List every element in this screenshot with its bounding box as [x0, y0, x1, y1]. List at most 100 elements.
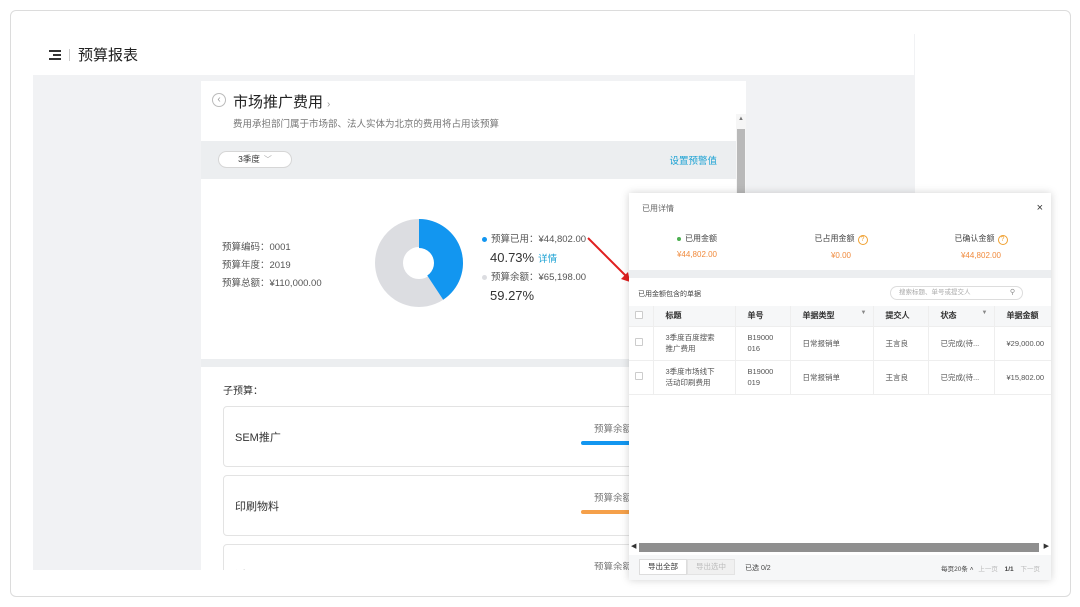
pagination: 每页20条 ˄ 上一页 1/1 下一页 [941, 563, 1043, 573]
budget-description: 费用承担部门属于市场部、法人实体为北京的费用将占用该预算 [233, 119, 500, 130]
row-checkbox[interactable] [629, 360, 654, 395]
budget-title-text: 市场推广费用 [233, 94, 324, 111]
search-input[interactable]: 搜索标题、单号或提交人 ⚲ [890, 286, 1023, 300]
menu-collapse-icon[interactable] [49, 49, 61, 60]
help-icon[interactable]: ? [857, 235, 868, 245]
sub-budget-name: 活动 [235, 567, 257, 570]
cell-text: 活动印刷费用 [665, 378, 711, 387]
filter-icon[interactable]: ▼ [861, 310, 867, 316]
used-detail-panel: 已用详情 × 已用金额 ¥44,802.00 已占用金额? ¥0.00 已确认金… [629, 193, 1051, 580]
back-icon[interactable]: ‹ [212, 93, 226, 107]
column-label: 单号 [747, 311, 764, 321]
column-header-title: 标题 [653, 306, 736, 327]
export-all-button[interactable]: 导出全部 [639, 559, 687, 575]
header-divider [69, 48, 70, 61]
column-header-number: 单号 [735, 306, 791, 327]
sub-budget-name: SEM推广 [235, 432, 281, 444]
cell-amount: ¥15,802.00 [994, 360, 1051, 395]
column-header-submitter: 提交人 [873, 306, 929, 327]
close-icon[interactable]: × [1037, 202, 1043, 214]
page-indicator: 1/1 [1004, 566, 1014, 573]
column-header-amount: 单据金额 [994, 306, 1051, 327]
quarter-select[interactable]: 3季度 ﹀ [218, 151, 292, 168]
checkbox-icon[interactable] [635, 310, 643, 319]
budget-year: 预算年度：2019 [222, 260, 291, 271]
page-size-select[interactable]: 每页20条 [941, 566, 968, 573]
metric-label: 已用金额 [637, 233, 757, 244]
row-checkbox[interactable] [629, 326, 654, 361]
list-caption: 已用金额包含的单据 [638, 291, 701, 298]
sub-budgets-title: 子预算： [223, 386, 263, 397]
budget-meta: 预算编码：0001 预算年度：2019 预算总额：¥110,000.00 [222, 239, 322, 293]
metric-value: ¥44,802.00 [676, 250, 718, 259]
help-icon[interactable]: ? [997, 235, 1008, 245]
metric-confirmed: 已确认金额? ¥44,802.00 [921, 233, 1041, 260]
remain-label: 预算余额：¥65,198.00 [491, 272, 587, 283]
used-dot-icon [482, 236, 487, 242]
legend-remain-pct-row: 59.27% [482, 286, 586, 308]
table-row[interactable]: 3季度百度搜索 推广费用 B19000 016 日常报销单 王言良 已完成(待...… [629, 326, 1051, 361]
export-selected-button[interactable]: 导出选中 [687, 559, 735, 575]
metric-label-text: 已占用金额 [814, 234, 855, 243]
select-all-checkbox[interactable] [629, 306, 654, 327]
column-header-type: 单据类型 ▼ [790, 306, 874, 327]
prev-page-button[interactable]: 上一页 [978, 566, 998, 573]
filter-icon[interactable]: ▼ [982, 310, 988, 316]
metric-label-text: 已用金额 [685, 234, 717, 243]
horizontal-scrollbar[interactable]: ◀ ▶ [629, 542, 1051, 552]
budget-title: 市场推广费用 › [233, 91, 330, 112]
cell-text: B19000 [747, 367, 774, 376]
sub-budget-remain-label: 预算余额 [594, 493, 633, 504]
set-warning-link[interactable]: 设置预警值 [669, 153, 717, 167]
cell-title: 3季度百度搜索 推广费用 [653, 326, 736, 361]
cell-status: 已完成(待... [928, 360, 995, 395]
page-title: 预算报表 [78, 47, 139, 64]
checkbox-icon[interactable] [635, 371, 643, 380]
panel-footer: 导出全部 导出选中 已选 0/2 每页20条 ˄ 上一页 1/1 下一页 [629, 555, 1051, 580]
remain-dot-icon [482, 274, 487, 280]
status-dot-icon [677, 236, 681, 241]
sub-budget-remain-label: 预算余额 [594, 562, 633, 570]
legend-used: 预算已用：¥44,802.00 [482, 232, 586, 248]
column-label: 单据类型 [802, 311, 835, 321]
panel-title: 已用详情 [642, 204, 674, 213]
remain-percent: 59.27% [490, 288, 535, 303]
cell-text: 推广费用 [665, 344, 696, 353]
cell-text: 016 [747, 344, 761, 353]
metric-label: 已占用金额? [781, 233, 901, 245]
column-label: 提交人 [885, 311, 910, 321]
checkbox-icon[interactable] [635, 337, 643, 346]
cell-number: B19000 019 [735, 360, 791, 395]
next-page-button[interactable]: 下一页 [1021, 566, 1041, 573]
cell-title: 3季度市场线下 活动印刷费用 [653, 360, 736, 395]
legend-remain: 预算余额：¥65,198.00 [482, 270, 586, 286]
cell-text: 3季度百度搜索 [665, 333, 715, 342]
detail-link[interactable]: 详情 [538, 254, 557, 265]
column-label: 状态 [940, 311, 957, 321]
scroll-up-icon[interactable]: ▲ [738, 116, 744, 122]
scrollbar-thumb[interactable] [639, 543, 1039, 552]
metric-label: 已确认金额? [921, 233, 1041, 245]
page-header: 预算报表 [33, 34, 914, 75]
table-row[interactable]: 3季度市场线下 活动印刷费用 B19000 019 日常报销单 王言良 已完成(待.… [629, 360, 1051, 395]
quarter-value: 3季度 [238, 154, 260, 164]
metric-label-text: 已确认金额 [954, 234, 995, 243]
donut-hole [404, 248, 434, 278]
filter-bar: 3季度 ﹀ 设置预警值 [201, 141, 736, 179]
scroll-right-icon[interactable]: ▶ [1044, 542, 1049, 550]
cell-text: 3季度市场线下 [665, 367, 715, 376]
cell-type: 日常报销单 [790, 360, 874, 395]
search-icon[interactable]: ⚲ [1010, 287, 1015, 299]
chevron-up-icon[interactable]: ˄ [968, 566, 974, 573]
column-label: 单据金额 [1006, 311, 1039, 321]
legend-used-pct-row: 40.73% 详情 [482, 248, 586, 270]
used-label: 预算已用：¥44,802.00 [491, 234, 587, 245]
column-label: 标题 [665, 311, 682, 321]
selected-count: 已选 0/2 [745, 565, 771, 572]
budget-card-header: ‹ 市场推广费用 › 费用承担部门属于市场部、法人实体为北京的费用将占用该预算 [201, 81, 746, 141]
scroll-left-icon[interactable]: ◀ [631, 542, 636, 550]
chevron-right-icon[interactable]: › [327, 99, 330, 110]
search-placeholder: 搜索标题、单号或提交人 [899, 289, 971, 296]
documents-table: 标题 单号 单据类型 ▼ 提交人 状态 ▼ 单据金额 3季度百度搜索 推广费用 B19… [629, 306, 1051, 395]
budget-legend: 预算已用：¥44,802.00 40.73% 详情 预算余额：¥65,198.00… [482, 232, 586, 308]
